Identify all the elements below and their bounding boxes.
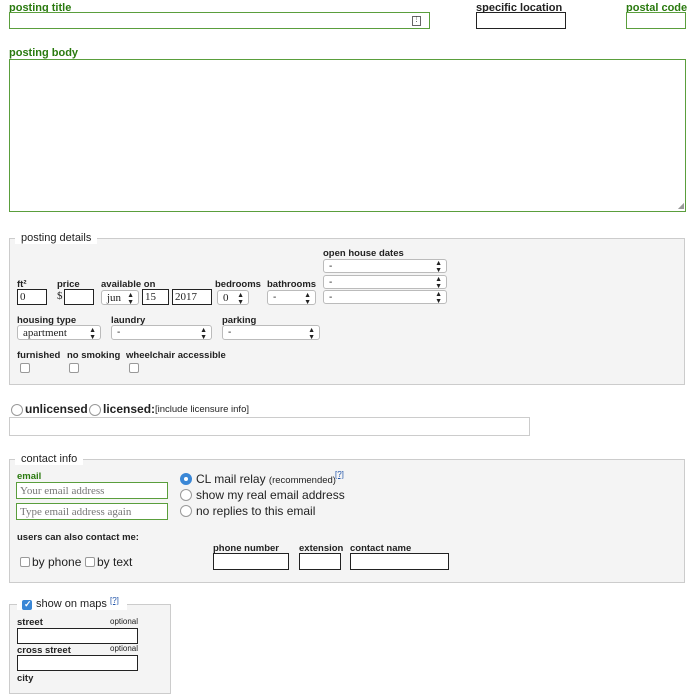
bathrooms-select[interactable]: - ▲ ▼ — [267, 290, 316, 306]
extension-input[interactable] — [299, 553, 341, 570]
posting-title-input[interactable]: ⋮ — [9, 12, 430, 29]
show-on-maps-checkbox[interactable]: ✓ — [22, 599, 32, 610]
available-month-select[interactable]: jun ▲ ▼ — [101, 290, 139, 306]
price-input[interactable] — [64, 289, 94, 305]
open-house-select-3[interactable]: - ▲ ▼ — [323, 290, 447, 305]
laundry-select[interactable]: - ▲ ▼ — [111, 325, 212, 341]
furnished-label: furnished — [17, 350, 61, 361]
no-replies-radio[interactable] — [180, 505, 192, 517]
cross-street-optional-label: optional — [110, 644, 139, 653]
wheelchair-checkbox[interactable] — [129, 363, 139, 373]
no-replies-label: no replies to this email — [196, 504, 316, 518]
email-confirm-input[interactable]: Type email address again — [16, 503, 168, 520]
parking-value: - — [228, 327, 232, 338]
housing-type-value: apartment — [23, 327, 67, 339]
updown-arrow-icon: ▲ ▼ — [304, 292, 311, 306]
by-phone-checkbox[interactable] — [20, 557, 30, 567]
housing-type-select[interactable]: apartment ▲ ▼ — [17, 325, 101, 341]
posting-details-legend: posting details — [15, 232, 98, 244]
email-placeholder: Your email address — [20, 485, 105, 497]
cross-street-input[interactable] — [17, 655, 138, 671]
ft2-input[interactable]: 0 — [17, 289, 47, 305]
open-house-select-1[interactable]: - ▲ ▼ — [323, 259, 447, 274]
email-confirm-placeholder: Type email address again — [20, 506, 132, 518]
updown-arrow-icon: ▲ ▼ — [435, 291, 442, 305]
no-smoking-checkbox[interactable] — [69, 363, 79, 373]
open-house-label: open house dates — [323, 248, 404, 259]
contact-name-input[interactable] — [350, 553, 449, 570]
street-optional-label: optional — [110, 617, 139, 626]
cl-mail-relay-label: CL mail relay (recommended) — [196, 472, 336, 486]
cl-mail-relay-text: CL mail relay — [196, 472, 266, 486]
updown-arrow-icon: ▲ ▼ — [127, 291, 134, 306]
checkmark-icon: ✓ — [24, 599, 32, 609]
bedrooms-label: bedrooms — [215, 279, 261, 290]
available-year-input[interactable]: 2017 — [172, 289, 212, 305]
email-label: email — [17, 471, 42, 482]
license-info-input[interactable] — [9, 417, 530, 436]
open-house-value: - — [329, 261, 333, 272]
street-input[interactable] — [17, 628, 138, 644]
resize-handle-icon[interactable]: ◢ — [678, 202, 684, 210]
updown-arrow-icon: ▲ ▼ — [89, 326, 96, 341]
parking-select[interactable]: - ▲ ▼ — [222, 325, 320, 341]
updown-arrow-icon: ▲ ▼ — [308, 327, 315, 341]
updown-arrow-icon: ▲ ▼ — [200, 327, 207, 341]
postal-code-input[interactable] — [626, 12, 686, 29]
contact-info-legend: contact info — [15, 453, 84, 465]
phone-number-input[interactable] — [213, 553, 289, 570]
open-house-value: - — [329, 277, 333, 288]
real-email-radio[interactable] — [180, 489, 192, 501]
cl-mail-relay-note: (recommended) — [268, 475, 336, 486]
real-email-label: show my real email address — [196, 488, 345, 502]
bathrooms-value: - — [273, 292, 277, 303]
radio-dot-icon — [184, 477, 188, 481]
updown-arrow-icon: ▲ ▼ — [435, 276, 442, 290]
posting-body-textarea[interactable]: ◢ — [9, 59, 686, 212]
laundry-value: - — [117, 327, 121, 338]
specific-location-input[interactable] — [476, 12, 566, 29]
month-value: jun — [107, 292, 122, 304]
dollar-sign: $ — [57, 290, 63, 302]
city-label: city — [17, 673, 34, 684]
relay-help-link[interactable]: [?] — [335, 470, 344, 479]
licensed-label: licensed: — [103, 402, 156, 416]
wheelchair-label: wheelchair accessible — [126, 350, 226, 361]
licensed-note: [include licensure info] — [155, 404, 249, 415]
by-text-label: by text — [97, 555, 133, 569]
furnished-checkbox[interactable] — [20, 363, 30, 373]
cl-mail-relay-radio[interactable] — [180, 473, 192, 485]
street-label: street — [17, 617, 43, 628]
updown-arrow-icon: ▲ ▼ — [435, 260, 442, 274]
bedrooms-select[interactable]: 0 ▲ ▼ — [217, 290, 249, 306]
licensed-radio[interactable] — [89, 404, 101, 416]
open-house-select-2[interactable]: - ▲ ▼ — [323, 275, 447, 290]
available-day-input[interactable]: 15 — [142, 289, 169, 305]
posting-body-label: posting body — [9, 47, 79, 59]
bathrooms-label: bathrooms — [267, 279, 317, 290]
open-house-value: - — [329, 292, 333, 303]
also-contact-label: users can also contact me: — [17, 532, 139, 543]
show-on-maps-label: show on maps — [36, 598, 107, 610]
by-text-checkbox[interactable] — [85, 557, 95, 567]
no-smoking-label: no smoking — [67, 350, 121, 361]
unlicensed-radio[interactable] — [11, 404, 23, 416]
bedrooms-value: 0 — [223, 292, 229, 304]
email-input[interactable]: Your email address — [16, 482, 168, 499]
by-phone-label: by phone — [32, 555, 82, 569]
autofill-icon: ⋮ — [412, 16, 421, 26]
unlicensed-label: unlicensed — [25, 402, 88, 416]
maps-help-link[interactable]: [?] — [110, 596, 119, 605]
updown-arrow-icon: ▲ ▼ — [237, 291, 244, 306]
